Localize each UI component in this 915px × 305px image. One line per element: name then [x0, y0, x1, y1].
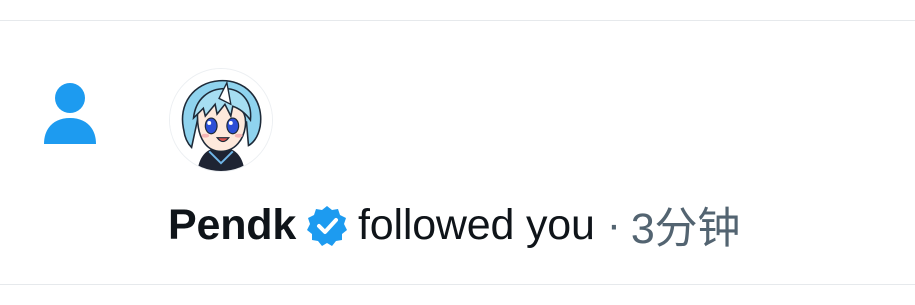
person-icon	[42, 82, 98, 144]
username[interactable]: Pendk	[168, 201, 296, 250]
follow-notification[interactable]: Pendk followed you · 3分钟	[0, 21, 915, 284]
user-avatar[interactable]	[169, 68, 273, 172]
bottom-divider	[0, 284, 915, 285]
notification-text: Pendk followed you · 3分钟	[168, 195, 740, 255]
timestamp: 3分钟	[630, 205, 741, 253]
action-text: followed you	[358, 200, 595, 249]
verified-badge-icon	[305, 204, 349, 248]
separator-dot: ·	[606, 200, 621, 249]
